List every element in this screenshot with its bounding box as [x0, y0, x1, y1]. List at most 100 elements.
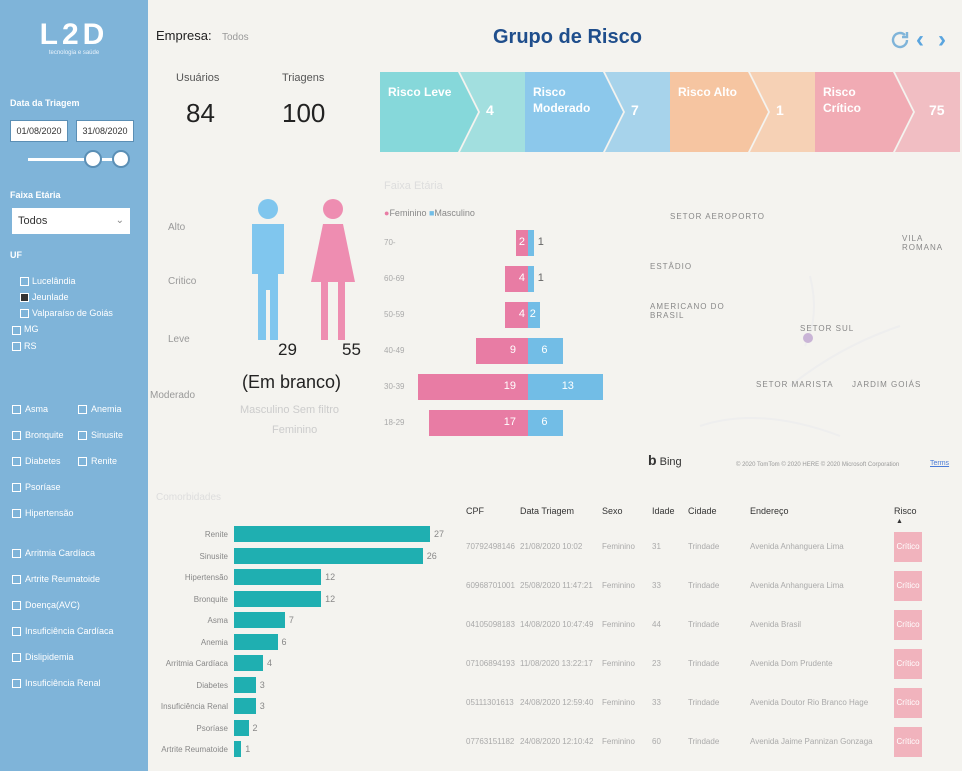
date-slider-track[interactable] [28, 158, 124, 161]
pyramid-bar-female[interactable]: 4 [504, 266, 528, 292]
date-from-input[interactable]: 01/08/2020 [10, 120, 68, 142]
comorbidade-checkbox[interactable]: Insuficiência Cardíaca [12, 626, 114, 652]
checkbox-icon[interactable] [12, 325, 21, 335]
checkbox-icon[interactable] [78, 405, 87, 415]
comorbidade-bar[interactable] [234, 590, 322, 607]
comorbidade-bar[interactable] [234, 569, 322, 585]
next-page-icon[interactable]: › [938, 26, 946, 54]
comorbidade-bar[interactable] [234, 612, 285, 628]
comorbidade-checkbox[interactable]: Renite [78, 456, 117, 467]
table-header-risco[interactable]: Risco [894, 506, 917, 516]
comorbidade-checkbox[interactable]: Doença(AVC) [12, 600, 114, 626]
map-label-6: SETOR MARISTA [756, 380, 834, 389]
date-slider-start-handle[interactable] [84, 150, 102, 168]
risk-card[interactable]: Risco Leve 4 [380, 72, 525, 152]
risk-card[interactable]: Risco Alto 1 [670, 72, 815, 152]
pyramid-bar-female[interactable]: 4 [504, 302, 528, 328]
comorbidade-label: Insuficiência Cardíaca [25, 626, 114, 636]
pyramid-bar-female[interactable]: 19 [417, 374, 528, 400]
map-terms-link[interactable]: Terms [930, 460, 949, 467]
male-count: 29 [278, 340, 297, 359]
bar-category-label: Psoríase [196, 723, 228, 733]
checkbox-icon[interactable] [12, 653, 21, 663]
checkbox-icon[interactable] [12, 549, 21, 559]
comorbidade-checkbox[interactable]: Artrite Reumatoide [12, 574, 114, 600]
checkbox-icon[interactable] [12, 341, 21, 351]
comorbidade-checkbox[interactable]: Insuficiência Renal [12, 678, 114, 704]
faixa-etaria-label: Faixa Etária [10, 190, 61, 200]
comorbidade-checkbox[interactable]: Bronquite [12, 430, 64, 441]
pyramid-bar-male[interactable]: 1 [528, 266, 544, 292]
checkbox-icon[interactable] [12, 457, 21, 467]
comorbidade-bar[interactable] [234, 698, 256, 714]
comorbidade-label: Arritmia Cardíaca [25, 548, 96, 558]
uf-tree-item[interactable]: Jeunlade [20, 292, 113, 303]
checkbox-icon[interactable] [12, 575, 21, 585]
checkbox-icon[interactable] [78, 431, 87, 441]
comorbidade-bar[interactable] [234, 741, 242, 757]
risk-card[interactable]: Risco Moderado 7 [525, 72, 670, 152]
checkbox-icon[interactable] [12, 509, 21, 519]
bar-value-label: 4 [267, 658, 273, 668]
map-pin[interactable] [803, 333, 813, 343]
pyramid-bar-female[interactable]: 9 [475, 338, 528, 364]
risk-category-label[interactable]: Moderado [150, 390, 195, 401]
bar-category-label: Insuficiência Renal [160, 702, 228, 711]
comorbidade-checkbox[interactable]: Dislipidemia [12, 652, 114, 678]
pyramid-bar-male[interactable]: 2 [528, 302, 540, 328]
risk-category-label[interactable]: Critico [168, 276, 196, 287]
table-header-idade[interactable]: Idade [652, 506, 675, 516]
comorbidade-bar[interactable] [234, 633, 278, 650]
checkbox-icon[interactable] [12, 431, 21, 441]
checkbox-icon[interactable] [12, 679, 21, 689]
comorbidade-bar[interactable] [234, 676, 256, 693]
female-count: 55 [342, 340, 361, 359]
pyramid-bar-male[interactable]: 6 [528, 410, 563, 436]
risk-category-label[interactable]: Leve [168, 334, 190, 345]
date-slider-end-handle[interactable] [112, 150, 130, 168]
pyramid-bar-male[interactable]: 1 [528, 230, 544, 256]
comorbidade-checkbox[interactable]: Psoríase [12, 482, 114, 508]
table-header-endereço[interactable]: Endereço [750, 506, 789, 516]
pyramid-bar-female[interactable]: 17 [429, 410, 528, 436]
pyramid-value-female: 19 [503, 380, 516, 392]
comorbidade-bar[interactable] [234, 655, 264, 671]
checkbox-icon[interactable] [12, 601, 21, 611]
refresh-icon[interactable] [888, 28, 912, 52]
comorbidade-checkbox[interactable]: Diabetes [12, 456, 61, 467]
comorbidade-checkbox[interactable]: Anemia [78, 404, 122, 415]
faixa-etaria-dropdown[interactable]: Todos ⌄ [12, 208, 130, 234]
uf-tree-item[interactable]: MG [12, 324, 113, 335]
risk-card[interactable]: Risco Crítico 75 [815, 72, 960, 152]
previous-page-icon[interactable]: ‹ [916, 26, 924, 54]
comorbidade-bar[interactable] [234, 526, 430, 542]
uf-tree-item[interactable]: RS [12, 341, 113, 351]
comorbidade-checkbox[interactable]: Asma [12, 404, 48, 415]
checkbox-icon[interactable] [20, 293, 29, 303]
table-header-sexo[interactable]: Sexo [602, 506, 623, 516]
comorbidade-checkbox[interactable]: Hipertensão [12, 508, 114, 534]
checkbox-icon[interactable] [20, 309, 29, 319]
pyramid-bar-male[interactable]: 13 [528, 374, 604, 400]
uf-tree-item[interactable]: Valparaíso de Goiás [20, 308, 113, 319]
table-header-cpf[interactable]: CPF [466, 506, 484, 516]
comorbidade-checkbox[interactable]: Arritmia Cardíaca [12, 548, 114, 574]
uf-tree-item[interactable]: Lucelândia [20, 276, 113, 287]
table-header-data-triagem[interactable]: Data Triagem [520, 506, 574, 516]
comorbidade-bar[interactable] [234, 547, 423, 564]
sort-arrow-icon[interactable]: ▲ [896, 518, 903, 525]
checkbox-icon[interactable] [12, 627, 21, 637]
comorbidade-bar[interactable] [234, 719, 249, 736]
table-header-cidade[interactable]: Cidade [688, 506, 717, 516]
comorbidade-checkbox[interactable]: Sinusite [78, 430, 123, 441]
risk-category-label[interactable]: Alto [168, 222, 185, 233]
checkbox-icon[interactable] [20, 277, 29, 287]
date-to-input[interactable]: 31/08/2020 [76, 120, 134, 142]
pyramid-bar-male[interactable]: 6 [528, 338, 563, 364]
empresa-dropdown[interactable]: Todos [222, 32, 249, 43]
checkbox-icon[interactable] [12, 483, 21, 493]
map[interactable]: SETOR AEROPORTO VILA ROMANA ESTÂDIO AMER… [640, 196, 962, 486]
checkbox-icon[interactable] [12, 405, 21, 415]
pyramid-bar-female[interactable]: 2 [516, 230, 528, 256]
checkbox-icon[interactable] [78, 457, 87, 467]
